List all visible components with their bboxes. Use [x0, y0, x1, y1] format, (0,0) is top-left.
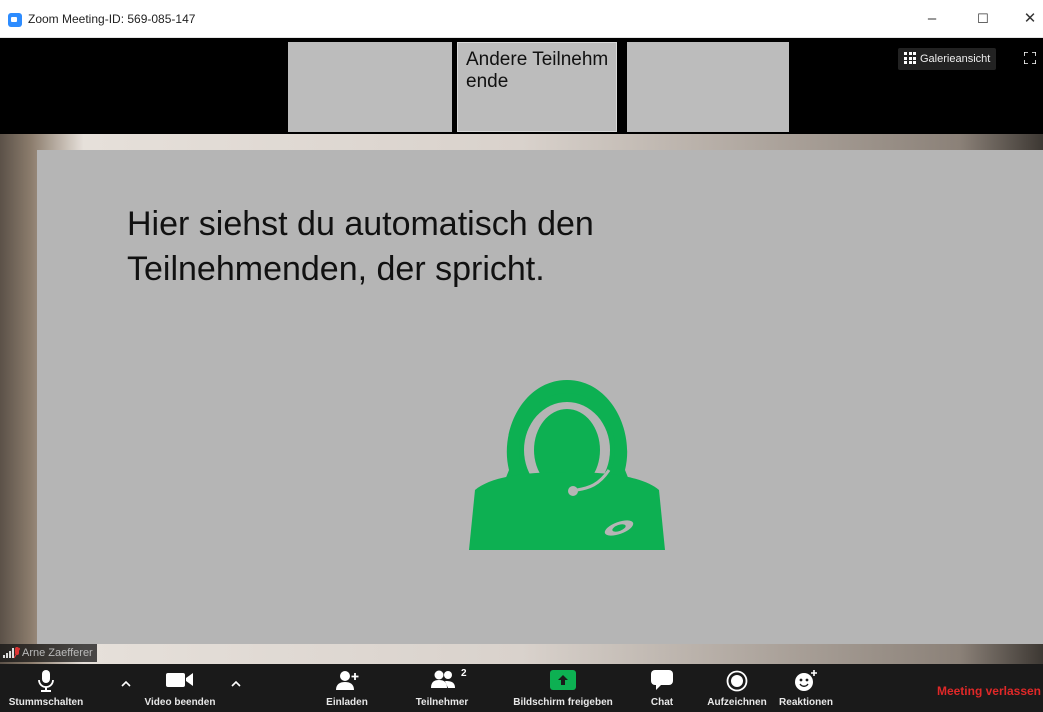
- close-button[interactable]: ✕: [1015, 8, 1043, 30]
- participants-icon: [431, 670, 455, 688]
- minimize-button[interactable]: –: [917, 8, 947, 30]
- chat-bubble-icon: [651, 670, 673, 690]
- participant-thumbnail-center[interactable]: Andere Teilnehmende: [457, 42, 617, 132]
- participants-label: Teilnehmer: [415, 697, 469, 708]
- mute-label: Stummschalten: [8, 697, 84, 708]
- window-titlebar: Zoom Meeting-ID: 569-085-147 – ☐ ✕: [0, 0, 1043, 38]
- share-screen-button[interactable]: Bildschirm freigeben: [506, 664, 620, 712]
- video-camera-icon: [166, 673, 193, 687]
- thumbnail-strip: Andere Teilnehmende Galerieansicht: [0, 38, 1043, 134]
- meeting-toolbar: Stummschalten Video beenden Einladen 2 T…: [0, 664, 1043, 712]
- record-icon: [726, 670, 748, 692]
- speaker-name: Arne Zaefferer: [22, 647, 93, 659]
- maximize-button[interactable]: ☐: [968, 8, 998, 30]
- thumbnail-label: Andere Teilnehmende: [466, 49, 609, 92]
- add-person-icon: [336, 671, 359, 690]
- reactions-button[interactable]: Reaktionen: [774, 664, 838, 712]
- participant-thumbnail[interactable]: [288, 42, 452, 132]
- gallery-view-button[interactable]: Galerieansicht: [898, 48, 997, 70]
- invite-button[interactable]: Einladen: [322, 664, 372, 712]
- leave-meeting-button[interactable]: Meeting verlassen: [937, 684, 1041, 698]
- invite-label: Einladen: [326, 697, 368, 708]
- zoom-app-icon: [8, 13, 22, 27]
- record-label: Aufzeichnen: [707, 697, 767, 708]
- chat-label: Chat: [650, 697, 674, 708]
- speaker-name-tag: Arne Zaefferer: [0, 644, 97, 662]
- chat-button[interactable]: Chat: [640, 664, 684, 712]
- speaker-video: Hier siehst du automatisch den Teilnehme…: [37, 150, 1043, 644]
- microphone-icon: [38, 670, 54, 692]
- participants-count: 2: [461, 668, 467, 679]
- video-options-chevron-icon[interactable]: [230, 678, 242, 690]
- record-button[interactable]: Aufzeichnen: [702, 664, 772, 712]
- audio-options-chevron-icon[interactable]: [120, 678, 132, 690]
- share-screen-icon: [550, 670, 576, 690]
- window-title: Zoom Meeting-ID: 569-085-147: [28, 12, 196, 26]
- active-speaker-stage: Hier siehst du automatisch den Teilnehme…: [0, 134, 1043, 664]
- participant-thumbnail[interactable]: [627, 42, 789, 132]
- gallery-view-label: Galerieansicht: [920, 53, 991, 65]
- reactions-label: Reaktionen: [779, 697, 833, 708]
- fullscreen-icon[interactable]: [1024, 52, 1036, 64]
- muted-mic-icon: [14, 647, 20, 659]
- mute-button[interactable]: Stummschalten: [0, 664, 92, 712]
- grid-icon: [904, 52, 916, 64]
- share-screen-label: Bildschirm freigeben: [513, 697, 613, 708]
- speaker-caption: Hier siehst du automatisch den Teilnehme…: [127, 205, 594, 288]
- stop-video-label: Video beenden: [144, 697, 216, 708]
- participants-button[interactable]: 2 Teilnehmer: [405, 664, 479, 712]
- smiley-add-icon: [795, 670, 817, 691]
- headset-agent-icon: [469, 380, 665, 550]
- stop-video-button[interactable]: Video beenden: [136, 664, 224, 712]
